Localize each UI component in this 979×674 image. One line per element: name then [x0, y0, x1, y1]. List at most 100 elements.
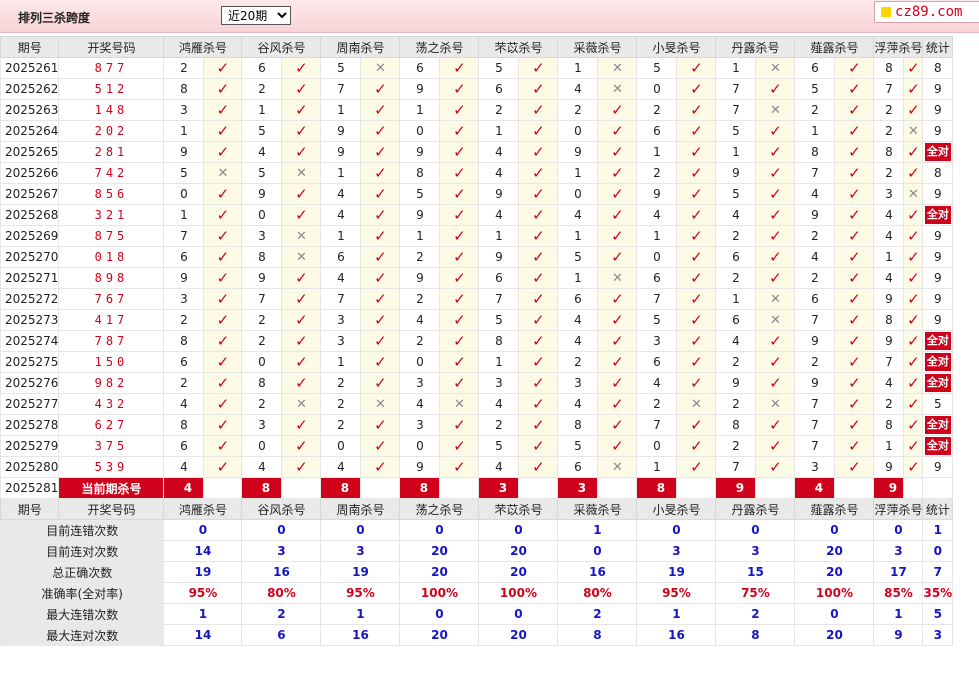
result-mark: ✓ — [755, 183, 796, 205]
kill-digit: 4 — [163, 456, 205, 478]
result-mark: ✓ — [903, 393, 924, 415]
check-icon: ✓ — [848, 394, 861, 413]
kill-digit: 0 — [636, 246, 678, 268]
draw-row: 2025270 018 6 ✓ 8 ✕ 6 ✓ 2 ✓ 9 ✓ 5 ✓ 0 ✓ 6 ✓ 4 ✓ 1 ✓ 9 — [0, 246, 954, 268]
result-mark: ✓ — [597, 330, 638, 352]
check-icon: ✓ — [690, 58, 703, 77]
kill-digit: 2 — [478, 414, 520, 436]
stat-total: 1 — [922, 519, 954, 541]
result-mark: ✓ — [439, 57, 480, 79]
kill-digit: 4 — [873, 204, 905, 226]
check-icon: ✓ — [848, 247, 861, 266]
check-icon: ✓ — [848, 100, 861, 119]
row-count: 5 — [922, 393, 954, 415]
check-icon: ✓ — [769, 79, 782, 98]
kill-digit: 9 — [794, 204, 836, 226]
check-icon: ✓ — [611, 205, 624, 224]
kill-digit: 1 — [636, 225, 678, 247]
result-mark: ✓ — [755, 456, 796, 478]
stat-value: 0 — [557, 540, 638, 562]
result-mark: ✓ — [834, 435, 875, 457]
check-icon: ✓ — [907, 226, 920, 245]
all-correct-badge: 全对 — [924, 437, 951, 455]
check-icon: ✓ — [690, 142, 703, 161]
stat-value: 20 — [794, 561, 875, 583]
check-icon: ✓ — [374, 331, 387, 350]
result-mark: ✓ — [676, 120, 717, 142]
site-logo[interactable]: cz89.com — [874, 1, 979, 23]
result-mark: ✕ — [597, 57, 638, 79]
stat-value: 8 — [715, 624, 796, 646]
kill-digit: 4 — [241, 456, 283, 478]
draw-row: 2025271 898 9 ✓ 9 ✓ 4 ✓ 9 ✓ 6 ✓ 1 ✕ 6 ✓ 2 ✓ 2 ✓ 4 ✓ 9 — [0, 267, 954, 289]
stat-value: 0 — [399, 603, 480, 625]
kill-digit: 1 — [163, 120, 205, 142]
stat-value: 85% — [873, 582, 924, 604]
stat-value: 0 — [241, 519, 322, 541]
result-mark: ✓ — [903, 57, 924, 79]
check-icon: ✓ — [216, 205, 230, 224]
kill-digit: 9 — [399, 456, 441, 478]
cross-icon: ✕ — [770, 292, 781, 307]
kill-digit: 7 — [320, 78, 362, 100]
kill-digit: 2 — [715, 393, 757, 415]
result-mark: ✓ — [518, 99, 559, 121]
kill-digit: 8 — [163, 78, 205, 100]
col-header-expert: 周南杀号 — [320, 36, 401, 58]
stat-value: 0 — [478, 603, 559, 625]
stat-value: 100% — [399, 582, 480, 604]
check-icon: ✓ — [848, 58, 861, 77]
check-icon: ✓ — [453, 184, 466, 203]
row-count: 8 — [922, 57, 954, 79]
stat-row: 准确率(全对率) 95% 80% 95% 100% 100% 80% 95% 75% 100% 85… — [0, 582, 954, 604]
check-icon: ✓ — [532, 457, 545, 476]
stat-label: 最大连错次数 — [0, 603, 165, 625]
correct-count: 9 — [934, 313, 942, 327]
kill-digit: 0 — [320, 435, 362, 457]
result-mark: ✓ — [203, 309, 243, 331]
kill-digit: 0 — [557, 183, 599, 205]
draw-row: 2025266 742 5 ✕ 5 ✕ 1 ✓ 8 ✓ 4 ✓ 1 ✓ 2 ✓ 9 ✓ 7 ✓ 2 ✓ 8 — [0, 162, 954, 184]
stat-value: 0 — [794, 603, 875, 625]
draw-row: 2025278 627 8 ✓ 3 ✓ 2 ✓ 3 ✓ 2 ✓ 8 ✓ 7 ✓ 8 ✓ 7 ✓ 8 ✓ 全对 — [0, 414, 954, 436]
result-mark: ✕ — [903, 120, 924, 142]
stat-value: 3 — [873, 540, 924, 562]
winning-number: 767 — [58, 288, 165, 310]
kill-digit: 5 — [399, 183, 441, 205]
kill-digit: 2 — [715, 351, 757, 373]
result-mark: ✓ — [903, 246, 924, 268]
check-icon: ✓ — [453, 163, 466, 182]
kill-digit: 6 — [636, 351, 678, 373]
check-icon: ✓ — [532, 184, 545, 203]
kill-digit: 6 — [715, 246, 757, 268]
kill-digit: 9 — [241, 183, 283, 205]
period-range-select[interactable]: 近20期 — [221, 6, 291, 25]
result-mark: ✓ — [597, 162, 638, 184]
result-mark: ✓ — [203, 456, 243, 478]
kill-digit: 2 — [241, 330, 283, 352]
check-icon: ✓ — [295, 121, 308, 140]
kill-digit: 1 — [320, 162, 362, 184]
kill-digit: 3 — [873, 183, 905, 205]
stat-value: 1 — [320, 603, 401, 625]
result-mark: ✓ — [518, 330, 559, 352]
check-icon: ✓ — [374, 100, 387, 119]
kill-digit: 4 — [320, 204, 362, 226]
check-icon: ✓ — [532, 226, 545, 245]
result-mark: ✓ — [755, 78, 796, 100]
result-mark: ✓ — [597, 225, 638, 247]
check-icon: ✓ — [690, 373, 703, 392]
stat-value: 0 — [873, 519, 924, 541]
cross-icon: ✕ — [770, 61, 781, 76]
kill-digit: 4 — [557, 204, 599, 226]
kill-digit: 9 — [241, 267, 283, 289]
stat-value: 19 — [320, 561, 401, 583]
kill-digit: 1 — [557, 225, 599, 247]
period-cell: 2025263 — [0, 99, 60, 121]
cross-icon: ✕ — [908, 187, 919, 202]
check-icon: ✓ — [769, 142, 782, 161]
result-mark: ✓ — [360, 141, 401, 163]
winning-number: 281 — [58, 141, 165, 163]
stat-value: 1 — [873, 603, 924, 625]
current-kill-blank — [834, 477, 875, 499]
